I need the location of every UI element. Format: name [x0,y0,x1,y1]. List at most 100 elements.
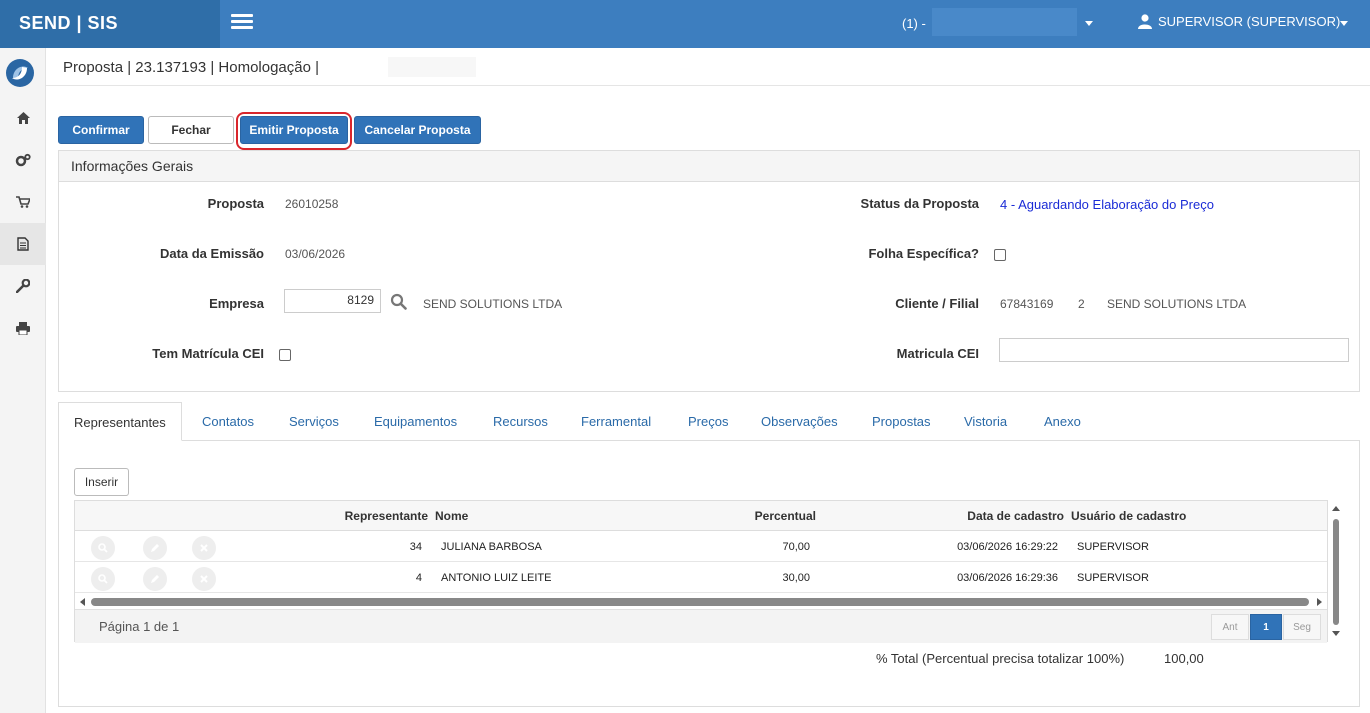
cart-icon [16,196,30,208]
company-label: Empresa [209,296,264,311]
specific-sheet-label: Folha Específica? [868,246,979,261]
insert-button[interactable]: Inserir [74,468,129,496]
search-icon[interactable] [390,293,407,310]
tab-servicos[interactable]: Serviços [289,402,339,441]
tab-precos[interactable]: Preços [688,402,728,441]
cell-nome: JULIANA BARBOSA [441,541,542,553]
status-value: 4 - Aguardando Elaboração do Preço [1000,197,1214,212]
tab-propostas[interactable]: Propostas [872,402,931,441]
view-icon[interactable] [91,536,115,560]
client-name-value: SEND SOLUTIONS LTDA [1107,297,1247,311]
confirm-button[interactable]: Confirmar [58,116,144,144]
sidebar-item-settings[interactable] [0,139,46,181]
table-row[interactable]: 4 ANTONIO LUIZ LEITE 30,00 03/06/2026 16… [75,562,1327,593]
sidebar-item-cart[interactable] [0,181,46,223]
cell-usuario: SUPERVISOR [1077,572,1149,584]
breadcrumb: Proposta | 23.137193 | Homologação | [63,59,320,76]
cell-usuario: SUPERVISOR [1077,541,1149,553]
next-page-button[interactable]: Seg [1283,614,1321,640]
specific-sheet-checkbox[interactable] [994,249,1006,261]
sidebar-item-home[interactable] [0,97,46,139]
company-name-value: SEND SOLUTIONS LTDA [423,297,563,311]
home-icon [16,112,30,124]
has-cei-label: Tem Matrícula CEI [152,346,264,361]
delete-icon[interactable] [192,567,216,591]
gears-icon [15,153,31,167]
branch-value: 2 [1078,297,1085,311]
current-page-button[interactable]: 1 [1250,614,1282,640]
logo-icon [5,58,35,91]
issue-date-label: Data da Emissão [159,246,264,261]
tenant-selector[interactable]: (1) - [902,16,926,31]
environment-name-redacted [388,57,476,77]
col-data-cadastro[interactable]: Data de cadastro [875,509,1064,523]
representatives-table: Representante Nome Percentual Data de ca… [74,500,1328,643]
printer-icon [16,321,30,335]
edit-icon[interactable] [143,567,167,591]
table-header: Representante Nome Percentual Data de ca… [75,501,1327,531]
col-usuario-cadastro[interactable]: Usuário de cadastro [1071,509,1186,523]
col-representante[interactable]: Representante [275,509,428,523]
tab-recursos[interactable]: Recursos [493,402,548,441]
document-icon [17,237,29,251]
cei-number-label: Matricula CEI [896,346,979,361]
cell-percentual: 30,00 [782,572,810,584]
cancel-proposal-button[interactable]: Cancelar Proposta [354,116,481,144]
sidebar-item-tools[interactable] [0,265,46,307]
scroll-left-icon[interactable] [79,598,87,606]
tenant-name-redacted [932,8,1077,36]
user-chevron-down-icon[interactable] [1340,21,1348,26]
sidebar-item-documents[interactable] [0,223,46,265]
tab-observacoes[interactable]: Observações [761,402,838,441]
client-code-value: 67843169 [1000,297,1054,311]
proposal-label: Proposta [207,196,264,211]
table-row[interactable]: 34 JULIANA BARBOSA 70,00 03/06/2026 16:2… [75,531,1327,562]
scroll-up-icon[interactable] [1332,505,1340,513]
close-button[interactable]: Fechar [148,116,234,144]
horizontal-scrollbar[interactable] [79,597,1323,607]
panel-title: Informações Gerais [59,151,1359,182]
prev-page-button[interactable]: Ant [1211,614,1249,640]
tab-bar: Representantes Contatos Serviços Equipam… [58,402,1360,441]
user-icon [1138,14,1152,29]
proposal-value: 26010258 [285,197,339,211]
menu-toggle-icon[interactable] [231,14,253,32]
cell-data: 03/06/2026 16:29:36 [957,572,1058,584]
has-cei-checkbox[interactable] [279,349,291,361]
client-branch-label: Cliente / Filial [895,296,979,311]
col-nome[interactable]: Nome [435,509,468,523]
company-code-input[interactable]: 8129 [284,289,381,313]
tab-equipamentos[interactable]: Equipamentos [374,402,457,441]
delete-icon[interactable] [192,536,216,560]
user-menu[interactable]: SUPERVISOR (SUPERVISOR) [1138,14,1340,29]
sidebar [0,48,46,713]
horizontal-scroll-thumb[interactable] [91,598,1309,606]
tab-contatos[interactable]: Contatos [202,402,254,441]
tenant-chevron-down-icon[interactable] [1085,21,1093,26]
scroll-down-icon[interactable] [1332,629,1340,637]
edit-icon[interactable] [143,536,167,560]
cell-data: 03/06/2026 16:29:22 [957,541,1058,553]
cell-representante: 34 [409,541,422,553]
scroll-right-icon[interactable] [1315,598,1323,606]
tab-representantes[interactable]: Representantes [58,402,182,441]
vertical-scroll-thumb[interactable] [1333,519,1339,625]
user-name: SUPERVISOR (SUPERVISOR) [1158,14,1341,29]
col-percentual[interactable]: Percentual [675,509,816,523]
emit-button-highlight [236,112,352,150]
cei-number-input[interactable] [999,338,1349,362]
pager: Página 1 de 1 Ant 1 Seg [75,609,1327,643]
tab-vistoria[interactable]: Vistoria [964,402,1007,441]
page-info: Página 1 de 1 [99,619,180,634]
view-icon[interactable] [91,567,115,591]
tab-ferramental[interactable]: Ferramental [581,402,651,441]
sidebar-item-print[interactable] [0,307,46,349]
wrench-icon [16,279,30,293]
cell-nome: ANTONIO LUIZ LEITE [441,572,552,584]
app-brand[interactable]: SEND | SIS [0,0,220,48]
tab-anexo[interactable]: Anexo [1044,402,1081,441]
vertical-scrollbar[interactable] [1331,505,1341,639]
status-label: Status da Proposta [860,196,979,211]
issue-date-value: 03/06/2026 [285,247,346,261]
top-bar: SEND | SIS (1) - SUPERVISOR (SUPERVISOR) [0,0,1370,48]
